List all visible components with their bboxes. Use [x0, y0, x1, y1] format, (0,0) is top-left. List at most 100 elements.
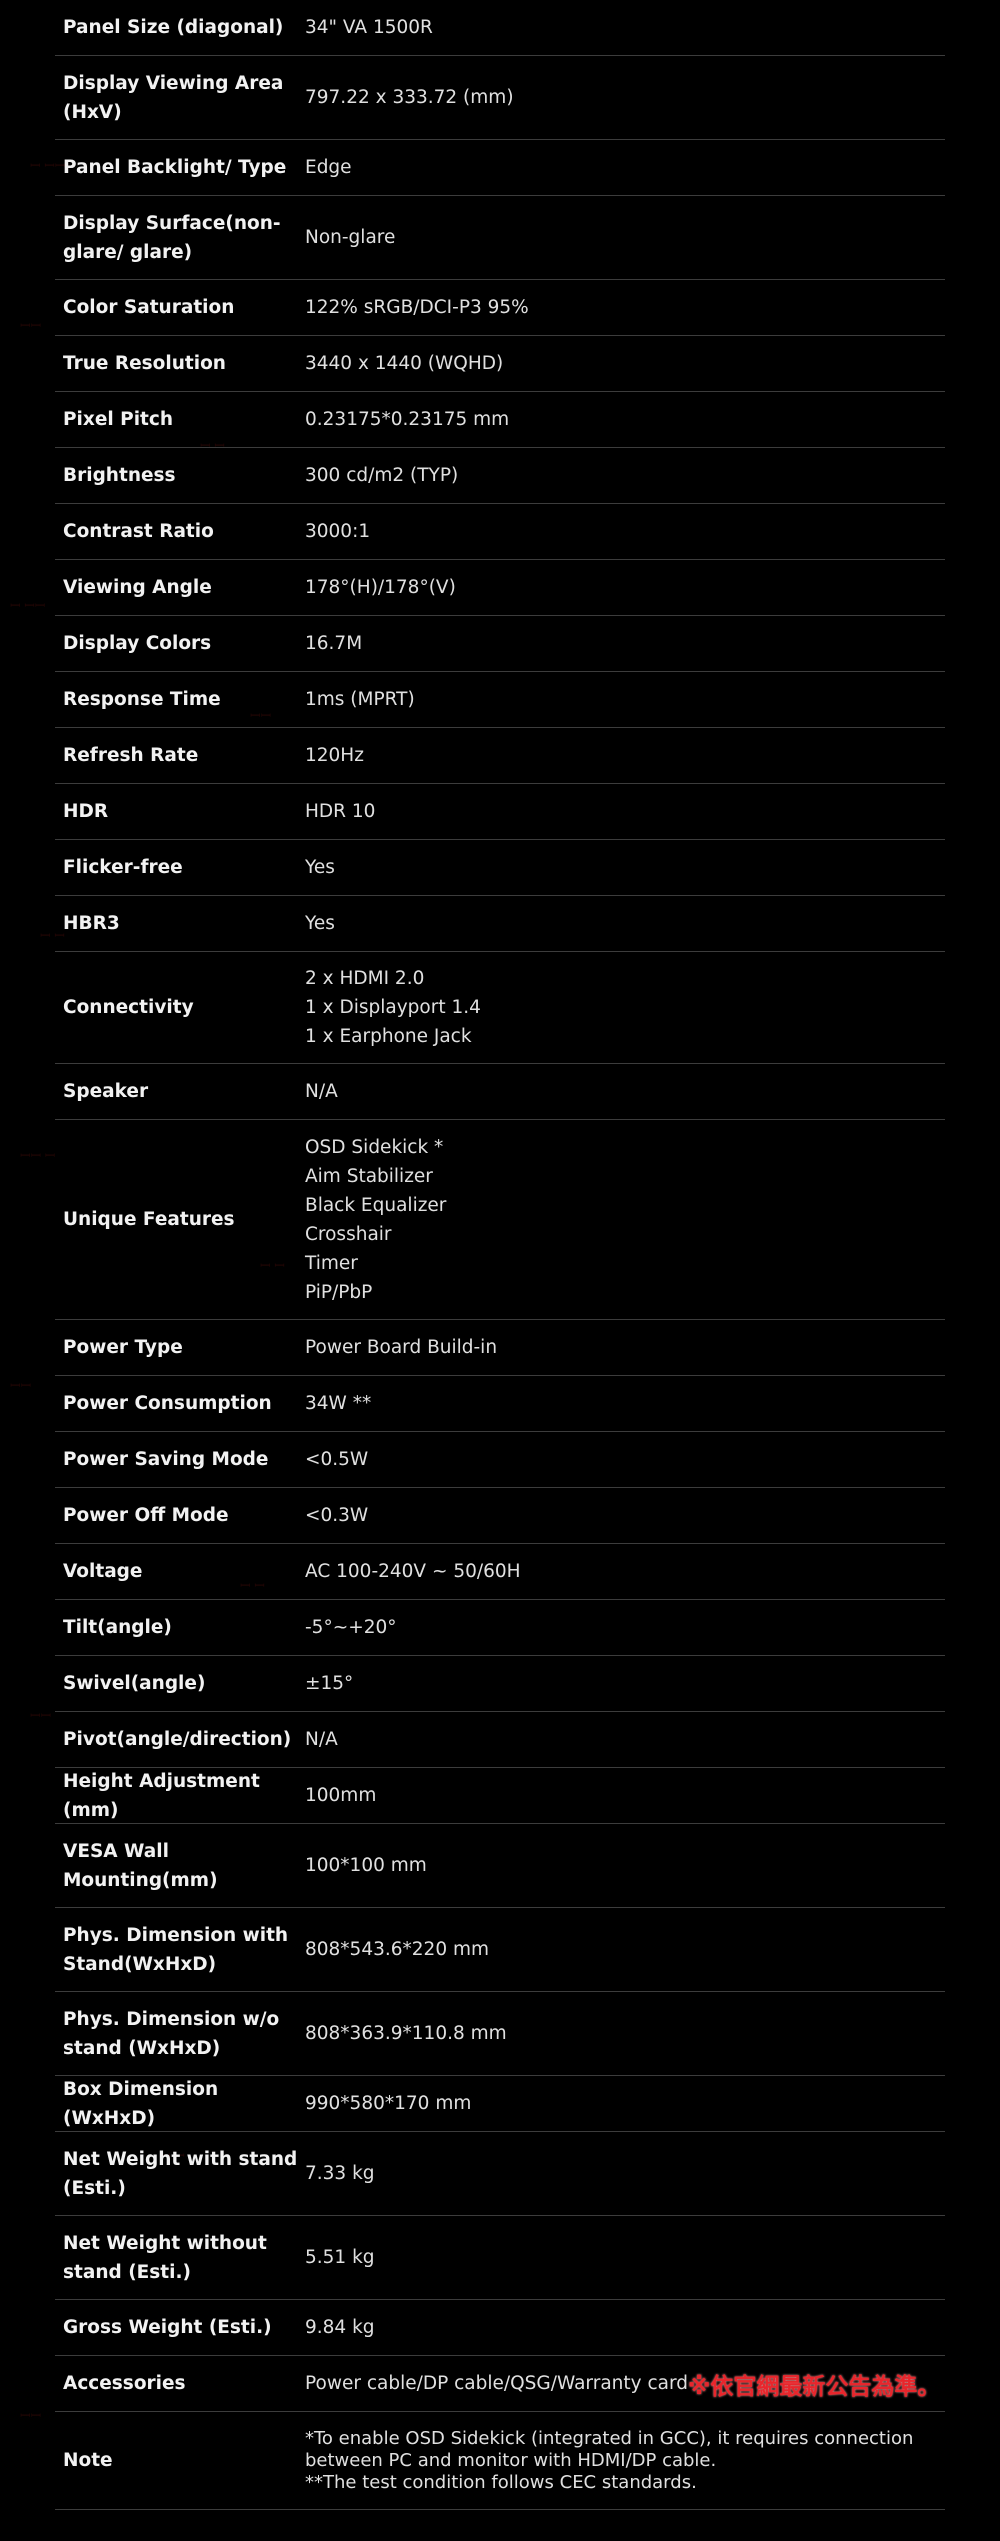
spec-value-line: ±15°	[305, 1673, 354, 1694]
spec-value: 178°(H)/178°(V)	[305, 573, 945, 602]
spec-label: Box Dimension (WxHxD)	[63, 2078, 219, 2129]
svg-text:ꟷꟷ: ꟷꟷ	[20, 2408, 41, 2423]
official-notice: ※依官網最新公告為準。	[688, 2373, 941, 2400]
spec-value-line: 9.84 kg	[305, 2317, 375, 2338]
spec-value-line: 122% sRGB/DCI-P3 95%	[305, 297, 529, 318]
spec-value: N/A	[305, 1077, 945, 1106]
svg-text:ꟷꟷ: ꟷꟷ	[20, 318, 41, 333]
spec-value: 122% sRGB/DCI-P3 95%	[305, 293, 945, 322]
spec-label: Color Saturation	[63, 297, 235, 318]
spec-label: Power Saving Mode	[63, 1449, 269, 1470]
spec-value-line: HDR 10	[305, 801, 376, 822]
spec-label: Gross Weight (Esti.)	[63, 2317, 272, 2338]
spec-value-line: 100mm	[305, 1785, 377, 1806]
spec-value-line: Aim Stabilizer	[305, 1165, 433, 1187]
spec-value: <0.5W	[305, 1445, 945, 1474]
spec-value-line: 808*363.9*110.8 mm	[305, 2023, 507, 2044]
spec-value-line: Power Board Build-in	[305, 1337, 498, 1358]
spec-row: HBR3 Yes	[55, 896, 945, 952]
spec-value-line: 1 x Earphone Jack	[305, 1026, 472, 1047]
spec-value-line: Crosshair	[305, 1223, 392, 1245]
spec-value-line: Timer	[305, 1252, 358, 1274]
spec-row: Box Dimension (WxHxD) 990*580*170 mm	[55, 2076, 945, 2132]
spec-value-line: 34" VA 1500R	[305, 17, 433, 38]
spec-value: Yes	[305, 909, 945, 938]
spec-row: Display Viewing Area (HxV) 797.22 x 333.7…	[55, 56, 945, 140]
spec-value-line: -5°~+20°	[305, 1617, 397, 1638]
spec-value-line: 300 cd/m2 (TYP)	[305, 465, 459, 486]
spec-row: Refresh Rate 120Hz	[55, 728, 945, 784]
spec-value: *To enable OSD Sidekick (integrated in G…	[305, 2428, 945, 2494]
spec-row: Speaker N/A	[55, 1064, 945, 1120]
spec-value: OSD Sidekick * Aim Stabilizer Black Equali…	[305, 1133, 945, 1307]
spec-value: -5°~+20°	[305, 1613, 945, 1642]
spec-row: Swivel(angle) ±15°	[55, 1656, 945, 1712]
spec-label: Swivel(angle)	[63, 1673, 206, 1694]
spec-value: 3000:1	[305, 517, 945, 546]
spec-value: 1ms (MPRT)	[305, 685, 945, 714]
spec-label: Net Weight with stand (Esti.)	[63, 2148, 298, 2199]
spec-label: Pixel Pitch	[63, 409, 174, 430]
spec-value-line: 178°(H)/178°(V)	[305, 577, 456, 598]
spec-value: Power Board Build-in	[305, 1333, 945, 1362]
spec-value-line: **The test condition follows CEC standar…	[305, 2471, 697, 2493]
spec-row: Unique Features OSD Sidekick * Aim Stabili…	[55, 1120, 945, 1320]
spec-table: Panel Size (diagonal) 34" VA 1500R Display…	[55, 0, 945, 2510]
spec-label: Response Time	[63, 689, 221, 710]
spec-value: 990*580*170 mm	[305, 2089, 945, 2118]
spec-row: Flicker-free Yes	[55, 840, 945, 896]
spec-label: Phys. Dimension with Stand(WxHxD)	[63, 1924, 289, 1975]
svg-text:ꟷꟷ: ꟷꟷ	[30, 1708, 51, 1723]
svg-text:ꟷ ꟷꟷ: ꟷ ꟷꟷ	[10, 598, 45, 613]
spec-row: VESA Wall Mounting(mm) 100*100 mm	[55, 1824, 945, 1908]
spec-value-line: 5.51 kg	[305, 2247, 375, 2268]
spec-value-line: 0.23175*0.23175 mm	[305, 409, 510, 430]
spec-label: Display Colors	[63, 633, 212, 654]
spec-value-line: 34W **	[305, 1393, 372, 1414]
spec-row: Tilt(angle) -5°~+20°	[55, 1600, 945, 1656]
spec-value: HDR 10	[305, 797, 945, 826]
spec-row: Power Consumption 34W **	[55, 1376, 945, 1432]
spec-label: Power Type	[63, 1337, 183, 1358]
spec-value-line: Black Equalizer	[305, 1194, 447, 1216]
spec-label: Accessories	[63, 2373, 186, 2394]
spec-value-line: 3000:1	[305, 521, 371, 542]
spec-row: Phys. Dimension with Stand(WxHxD) 808*543…	[55, 1908, 945, 1992]
spec-row: Panel Size (diagonal) 34" VA 1500R	[55, 0, 945, 56]
spec-row: Accessories Power cable/DP cable/QSG/Warr…	[55, 2356, 945, 2412]
spec-label: Panel Backlight/ Type	[63, 157, 287, 178]
spec-value-line: 120Hz	[305, 745, 364, 766]
spec-value-line: 797.22 x 333.72 (mm)	[305, 87, 514, 108]
spec-value: 34W **	[305, 1389, 945, 1418]
spec-value-line: Yes	[305, 857, 335, 878]
spec-row: Display Colors 16.7M	[55, 616, 945, 672]
spec-value: 7.33 kg	[305, 2159, 945, 2188]
spec-row: HDR HDR 10	[55, 784, 945, 840]
spec-row: Pixel Pitch 0.23175*0.23175 mm	[55, 392, 945, 448]
spec-row: True Resolution 3440 x 1440 (WQHD)	[55, 336, 945, 392]
spec-value-line: 2 x HDMI 2.0	[305, 968, 425, 989]
spec-label: Refresh Rate	[63, 745, 199, 766]
svg-text:ꟷꟷ ꟷ: ꟷꟷ ꟷ	[20, 1148, 55, 1163]
spec-row: Net Weight without stand (Esti.) 5.51 kg	[55, 2216, 945, 2300]
spec-value-line: Yes	[305, 913, 335, 934]
spec-row: Panel Backlight/ Type Edge	[55, 140, 945, 196]
spec-label: Unique Features	[63, 1209, 235, 1230]
spec-label: Tilt(angle)	[63, 1617, 172, 1638]
spec-value: 808*363.9*110.8 mm	[305, 2019, 945, 2048]
spec-row: Viewing Angle 178°(H)/178°(V)	[55, 560, 945, 616]
spec-value-line: N/A	[305, 1729, 338, 1750]
spec-row: Pivot(angle/direction) N/A	[55, 1712, 945, 1768]
spec-row: Voltage AC 100-240V ~ 50/60H	[55, 1544, 945, 1600]
spec-value-line: 100*100 mm	[305, 1855, 427, 1876]
spec-value: 9.84 kg	[305, 2313, 945, 2342]
spec-value: 300 cd/m2 (TYP)	[305, 461, 945, 490]
spec-value: Yes	[305, 853, 945, 882]
spec-label: Voltage	[63, 1561, 143, 1582]
spec-value: 0.23175*0.23175 mm	[305, 405, 945, 434]
spec-value: 16.7M	[305, 629, 945, 658]
spec-value-line: *To enable OSD Sidekick (integrated in G…	[305, 2427, 914, 2471]
spec-value: Edge	[305, 153, 945, 182]
spec-value: 34" VA 1500R	[305, 13, 945, 42]
spec-value: 797.22 x 333.72 (mm)	[305, 83, 945, 112]
